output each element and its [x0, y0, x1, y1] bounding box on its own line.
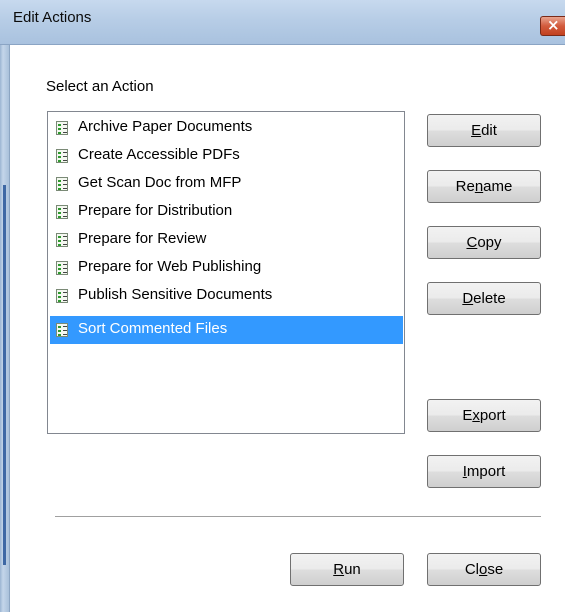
list-item-label: Get Scan Doc from MFP [78, 174, 242, 191]
list-item-sort-commented-files[interactable]: Sort Commented Files [50, 316, 403, 344]
select-action-label: Select an Action [46, 78, 154, 95]
action-checklist-icon [56, 289, 68, 303]
list-item-label: Prepare for Distribution [78, 202, 233, 219]
list-item-label: Publish Sensitive Documents [78, 286, 273, 303]
action-checklist-icon [56, 177, 68, 191]
edit-button[interactable]: Edit [427, 114, 541, 147]
window-frame-left [0, 0, 10, 612]
title-bar[interactable]: Edit Actions × [0, 0, 565, 45]
run-button[interactable]: Run [290, 553, 404, 586]
close-window-button[interactable]: × [540, 16, 565, 36]
action-checklist-icon [56, 149, 68, 163]
copy-button[interactable]: Copy [427, 226, 541, 259]
list-item-create-accessible-pdfs[interactable]: Create Accessible PDFs [50, 142, 403, 170]
list-item-publish-sensitive-documents[interactable]: Publish Sensitive Documents [50, 282, 403, 310]
export-button[interactable]: Export [427, 399, 541, 432]
action-checklist-icon [56, 261, 68, 275]
list-item-label: Sort Commented Files [78, 320, 228, 337]
close-icon: × [547, 16, 560, 34]
list-item-label: Create Accessible PDFs [78, 146, 240, 163]
list-item-prepare-for-distribution[interactable]: Prepare for Distribution [50, 198, 403, 226]
rename-button[interactable]: Rename [427, 170, 541, 203]
list-item-prepare-for-review[interactable]: Prepare for Review [50, 226, 403, 254]
frame-accent [3, 185, 6, 565]
import-button[interactable]: Import [427, 455, 541, 488]
actions-listbox[interactable]: Archive Paper Documents Create Accessibl… [47, 111, 405, 434]
window-title: Edit Actions [13, 9, 92, 26]
list-item-get-scan-doc-from-mfp[interactable]: Get Scan Doc from MFP [50, 170, 403, 198]
close-button[interactable]: Close [427, 553, 541, 586]
action-checklist-icon [56, 205, 68, 219]
list-item-label: Archive Paper Documents [78, 118, 253, 135]
delete-button[interactable]: Delete [427, 282, 541, 315]
action-checklist-icon [56, 121, 68, 135]
separator [55, 516, 541, 518]
action-checklist-icon [56, 323, 68, 337]
list-item-label: Prepare for Review [78, 230, 207, 247]
list-item-archive-paper-documents[interactable]: Archive Paper Documents [50, 114, 403, 142]
list-item-label: Prepare for Web Publishing [78, 258, 262, 275]
action-checklist-icon [56, 233, 68, 247]
list-item-prepare-for-web-publishing[interactable]: Prepare for Web Publishing [50, 254, 403, 282]
